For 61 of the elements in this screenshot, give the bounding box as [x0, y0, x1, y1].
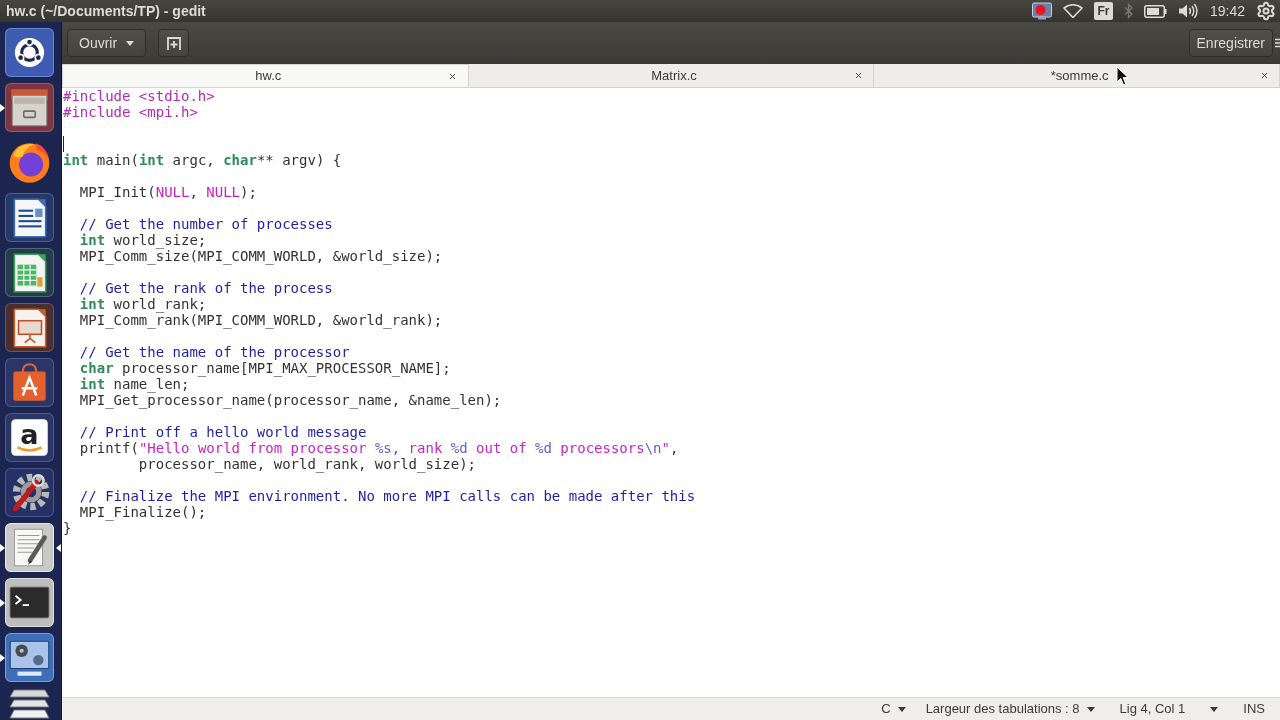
bluetooth-icon[interactable]: [1123, 3, 1133, 19]
gear-icon[interactable]: [1256, 1, 1276, 21]
status-text: Lig 4, Col 1: [1118, 700, 1187, 719]
text-editor-icon[interactable]: [5, 523, 54, 572]
code-line: #include <mpi.h>: [63, 104, 198, 120]
close-icon: [853, 71, 863, 80]
ring-logo-icon[interactable]: [5, 28, 54, 77]
save-button[interactable]: Enregistrer: [1188, 29, 1273, 57]
close-icon: [1259, 71, 1269, 80]
open-button[interactable]: Ouvrir: [67, 29, 147, 57]
tab-close-button[interactable]: [447, 71, 458, 81]
code-line: // Get the name of the processor: [79, 344, 350, 360]
gear-wrench-icon[interactable]: [5, 468, 54, 517]
code-line: // Print off a hello world message: [79, 424, 367, 440]
caret-icon: [897, 706, 906, 712]
shopping-bag-icon[interactable]: [5, 358, 54, 407]
screen-record-icon[interactable]: [1031, 2, 1052, 20]
code-line: int main(int argc, char** argv) {: [63, 152, 342, 168]
spreadsheet-icon[interactable]: [5, 248, 54, 297]
code-line: int world_size;: [79, 232, 207, 248]
tab-close-button[interactable]: [853, 70, 864, 81]
code-line: }: [63, 520, 72, 536]
new-tab-button[interactable]: [158, 29, 190, 57]
status-dropdown[interactable]: Largeur des tabulations : 8: [915, 698, 1105, 720]
close-icon: [448, 71, 458, 81]
code-line: printf("Hello world from processor %s, rank %d out of %d processors\n",: [79, 440, 679, 456]
mouse-pointer-icon: [1116, 66, 1129, 86]
terminal-icon[interactable]: [5, 578, 54, 627]
text-document-icon[interactable]: [5, 193, 54, 242]
code-line: // Get the number of processes: [79, 216, 333, 232]
menu-icon[interactable]: [1275, 38, 1280, 48]
code-line: char processor_name[MPI_MAX_PROCESSOR_NAME];: [79, 360, 451, 376]
code-line: int world_rank;: [79, 296, 207, 312]
caret-icon: [1210, 706, 1219, 712]
letter-logo-icon[interactable]: a: [5, 413, 54, 462]
tab[interactable]: hw.c: [62, 64, 469, 87]
window-title: hw.c (~/Documents/TP) - gedit: [6, 1, 206, 21]
clock-text[interactable]: 19:42: [1209, 0, 1245, 22]
code-line: MPI_Comm_rank(MPI_COMM_WORLD, &world_rank);: [79, 312, 443, 328]
code-line: // Finalize the MPI environment. No more MPI calls can be made after this: [79, 488, 696, 504]
keyboard-layout-indicator[interactable]: Fr: [1093, 2, 1113, 20]
caret-icon: [1086, 706, 1095, 712]
code-line: // Get the rank of the process: [79, 280, 333, 296]
code-line: MPI_Comm_size(MPI_COMM_WORLD, &world_size);: [79, 248, 443, 264]
code-line: MPI_Get_processor_name(processor_name, &name_len);: [79, 392, 502, 408]
tab-close-button[interactable]: [1259, 70, 1269, 81]
status-dropdown[interactable]: C: [871, 698, 916, 720]
presentation-icon[interactable]: [5, 303, 54, 352]
tab-plus-icon: [166, 36, 181, 50]
wifi-icon[interactable]: [1062, 4, 1083, 18]
code-line: MPI_Init(NULL, NULL);: [79, 184, 257, 200]
code-line: processor_name, world_rank, world_size);: [138, 456, 476, 472]
volume-icon[interactable]: [1177, 3, 1199, 19]
file-cabinet-icon[interactable]: [5, 83, 54, 132]
status-text: INS: [1242, 700, 1266, 719]
code-line: #include <stdio.h>: [63, 88, 215, 104]
monitor-icon[interactable]: [5, 633, 54, 682]
battery-icon[interactable]: [1143, 4, 1167, 18]
caret-icon: [126, 40, 135, 46]
code-line: int name_len;: [79, 376, 190, 392]
code-line: MPI_Finalize();: [79, 504, 207, 520]
